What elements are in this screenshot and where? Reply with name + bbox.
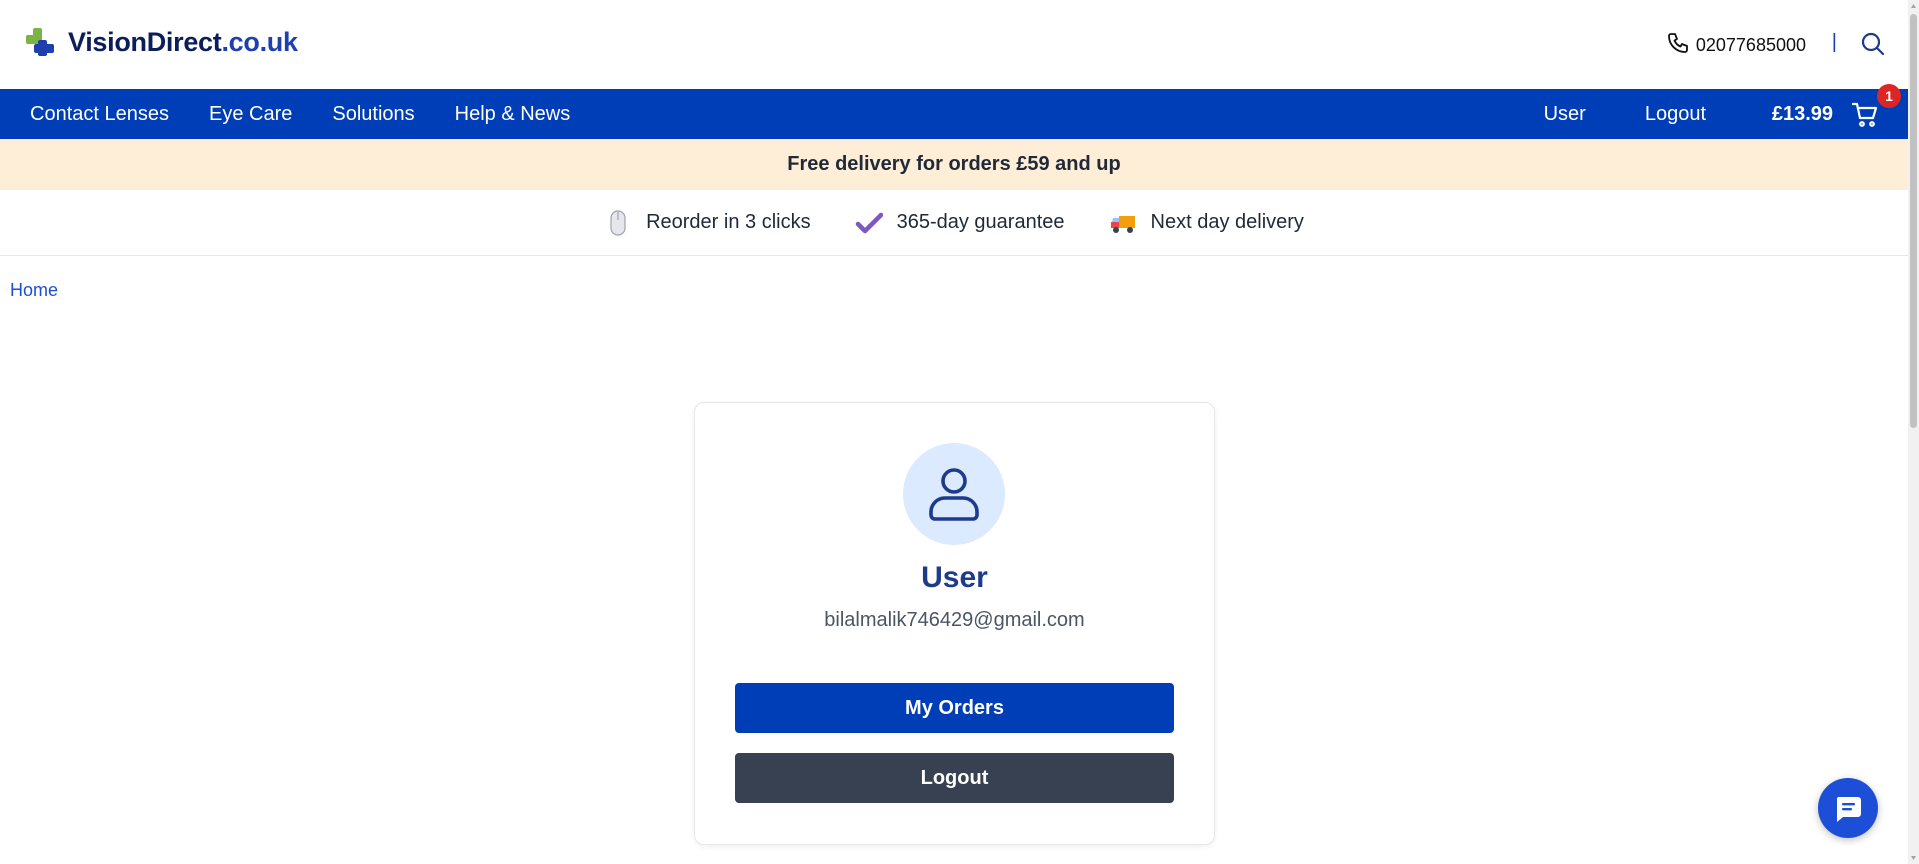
- usp-label: Reorder in 3 clicks: [646, 211, 811, 233]
- logo-cross-icon: [24, 26, 56, 58]
- nav-logout-link[interactable]: Logout: [1645, 103, 1706, 126]
- nav-item-eye-care[interactable]: Eye Care: [209, 103, 292, 126]
- nav-user-link[interactable]: User: [1544, 103, 1586, 126]
- account-nav: User Logout: [1544, 89, 1706, 139]
- usp-delivery: Next day delivery: [1109, 209, 1304, 237]
- usp-bar: Reorder in 3 clicks 365-day guarantee Ne…: [0, 190, 1908, 256]
- nav-item-help-news[interactable]: Help & News: [455, 103, 571, 126]
- chat-button[interactable]: [1818, 778, 1878, 838]
- delivery-truck-icon: [1109, 209, 1137, 237]
- phone-number: 02077685000: [1695, 35, 1806, 55]
- site-header: VisionDirect.co.uk 02077685000 |: [0, 0, 1908, 89]
- user-email: bilalmalik746429@gmail.com: [824, 609, 1085, 631]
- usp-guarantee: 365-day guarantee: [855, 209, 1065, 237]
- avatar: [903, 443, 1005, 545]
- cart-total[interactable]: £13.99: [1772, 89, 1833, 139]
- phone-link[interactable]: 02077685000: [1666, 31, 1806, 60]
- user-name: User: [921, 561, 988, 594]
- header-separator: |: [1831, 31, 1837, 53]
- usp-reorder: Reorder in 3 clicks: [604, 209, 811, 237]
- logo-text: VisionDirect.co.uk: [68, 26, 298, 57]
- site-logo[interactable]: VisionDirect.co.uk: [24, 26, 298, 58]
- account-card: User bilalmalik746429@gmail.com My Order…: [694, 402, 1215, 845]
- cart-count-badge: 1: [1877, 84, 1901, 108]
- logout-button[interactable]: Logout: [735, 753, 1174, 803]
- nav-item-solutions[interactable]: Solutions: [332, 103, 414, 126]
- nav-menu: Contact Lenses Eye Care Solutions Help &…: [30, 89, 570, 139]
- page-scrollbar[interactable]: [1908, 0, 1919, 864]
- scroll-down-icon[interactable]: [1910, 854, 1917, 862]
- mouse-icon: [604, 209, 632, 237]
- promo-banner: Free delivery for orders £59 and up: [0, 139, 1908, 190]
- nav-item-contact-lenses[interactable]: Contact Lenses: [30, 103, 169, 126]
- search-icon[interactable]: [1860, 31, 1888, 59]
- cart-icon[interactable]: [1851, 101, 1881, 129]
- phone-icon: [1666, 31, 1690, 60]
- usp-label: Next day delivery: [1150, 211, 1304, 233]
- user-icon: [929, 468, 979, 521]
- main-nav: Contact Lenses Eye Care Solutions Help &…: [0, 89, 1908, 139]
- usp-label: 365-day guarantee: [896, 211, 1065, 233]
- chat-icon: [1836, 797, 1861, 822]
- scroll-thumb[interactable]: [1910, 14, 1917, 428]
- scroll-up-icon[interactable]: [1910, 2, 1917, 10]
- my-orders-button[interactable]: My Orders: [735, 683, 1174, 733]
- checkmark-icon: [855, 209, 883, 237]
- breadcrumb-home[interactable]: Home: [10, 280, 58, 301]
